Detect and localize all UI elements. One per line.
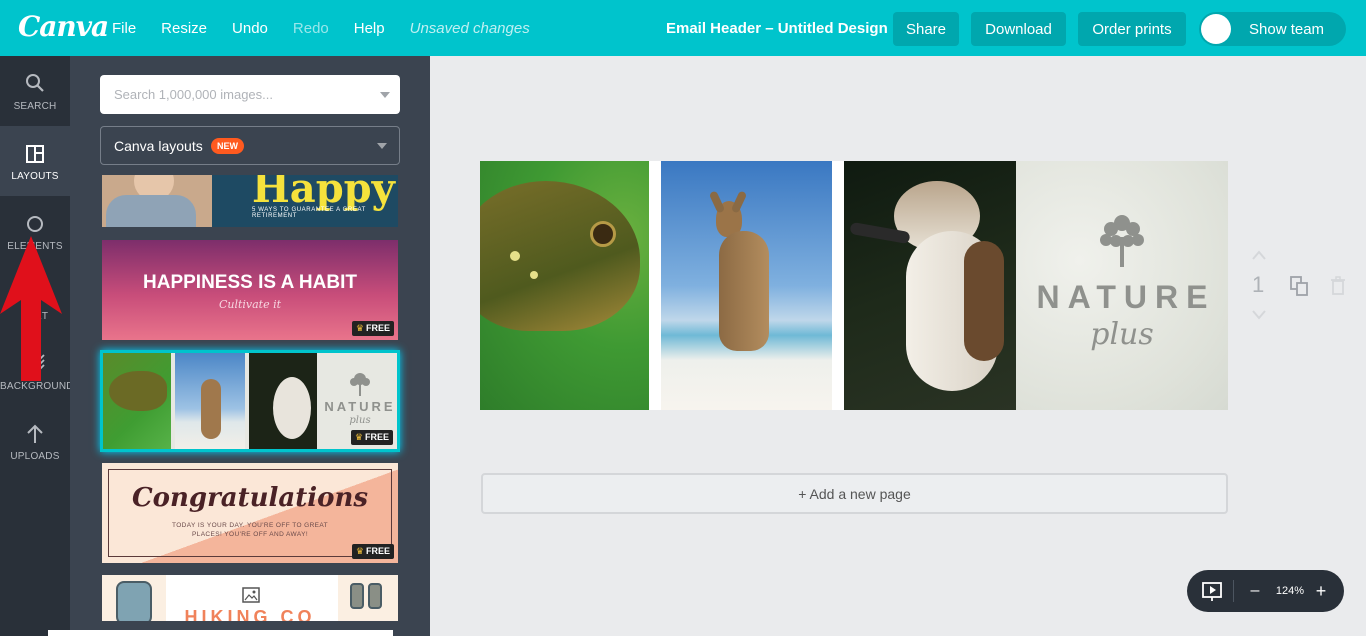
tree-logo-icon bbox=[350, 373, 370, 396]
duplicate-page-icon[interactable] bbox=[1289, 275, 1309, 297]
nav-search-label: SEARCH bbox=[13, 101, 57, 112]
brand-title[interactable]: NATURE bbox=[1016, 279, 1228, 316]
zoom-divider bbox=[1233, 580, 1234, 602]
tree-logo-icon bbox=[1100, 215, 1144, 267]
free-label: FREE bbox=[365, 546, 390, 556]
nav-uploads-label: UPLOADS bbox=[10, 451, 60, 462]
save-status: Unsaved changes bbox=[409, 19, 530, 37]
left-nav: SEARCH LAYOUTS ELEMENTS TEXT BACKGROUND … bbox=[0, 56, 74, 636]
layout-title: HAPPINESS IS A HABIT bbox=[143, 272, 357, 293]
download-button[interactable]: Download bbox=[971, 12, 1066, 46]
red-arrow-annotation bbox=[0, 236, 62, 381]
menu-resize[interactable]: Resize bbox=[161, 20, 207, 37]
toggle-knob bbox=[1201, 14, 1231, 44]
kangaroo-photo[interactable] bbox=[661, 161, 832, 410]
layouts-icon bbox=[26, 145, 44, 163]
crown-icon: ♛ bbox=[355, 546, 364, 556]
zoom-control: – 124% + bbox=[1187, 570, 1344, 612]
lizard-photo bbox=[103, 353, 171, 449]
zoom-in-button[interactable]: + bbox=[1311, 570, 1331, 612]
nav-uploads[interactable]: UPLOADS bbox=[0, 406, 70, 476]
lizard-photo[interactable] bbox=[480, 161, 649, 410]
design-title[interactable]: Email Header – Untitled Design bbox=[666, 20, 888, 37]
free-label: FREE bbox=[364, 432, 389, 442]
kangaroo-photo bbox=[175, 353, 245, 449]
nav-layouts[interactable]: LAYOUTS bbox=[0, 126, 70, 196]
layout-line-1: TODAY IS YOUR DAY. YOU'RE OFF TO GREAT bbox=[171, 522, 329, 529]
layout-thumbnail-nature[interactable]: NATURE plus ♛ FREE bbox=[100, 350, 400, 452]
free-badge: ♛ FREE bbox=[351, 321, 394, 336]
present-icon[interactable] bbox=[1201, 570, 1223, 612]
add-new-page-button[interactable]: + Add a new page bbox=[481, 473, 1228, 514]
layout-category-label: Canva layouts bbox=[114, 138, 203, 154]
search-icon bbox=[26, 74, 44, 92]
move-page-down-icon[interactable] bbox=[1252, 310, 1266, 320]
layout-thumbnail-hiking[interactable]: HIKING CO bbox=[102, 575, 398, 621]
menu-redo[interactable]: Redo bbox=[293, 20, 329, 37]
free-badge: ♛ FREE bbox=[350, 430, 393, 445]
kookaburra-photo bbox=[249, 353, 317, 449]
image-placeholder-icon bbox=[242, 587, 260, 603]
layout-title: NATURE bbox=[324, 399, 396, 414]
layout-thumbnail-happiness[interactable]: HAPPINESS IS A HABIT Cultivate it ♛ FREE bbox=[102, 240, 398, 340]
layout-subtitle: Cultivate it bbox=[218, 298, 282, 311]
layout-thumbnail-congratulations[interactable]: Congratulations TODAY IS YOUR DAY. YOU'R… bbox=[102, 463, 398, 563]
menu-undo[interactable]: Undo bbox=[232, 20, 268, 37]
layouts-panel: Canva layouts NEW Happy 5 WAYS TO GUARAN… bbox=[70, 56, 430, 636]
free-label: FREE bbox=[365, 323, 390, 333]
layout-category-select[interactable]: Canva layouts NEW bbox=[100, 126, 400, 165]
layout-subtitle: plus bbox=[349, 415, 371, 426]
menu-file[interactable]: File bbox=[112, 20, 136, 37]
free-badge: ♛ FREE bbox=[351, 544, 394, 559]
brand-subtitle[interactable]: plus bbox=[1016, 317, 1228, 352]
layout-thumbnail-happy[interactable]: Happy 5 WAYS TO GUARANTEE A GREAT RETIRE… bbox=[102, 175, 398, 227]
main-menu: File Resize Undo Redo Help Unsaved chang… bbox=[112, 0, 530, 56]
show-team-toggle[interactable]: Show team bbox=[1199, 12, 1346, 46]
zoom-level[interactable]: 124% bbox=[1269, 570, 1311, 612]
move-page-up-icon[interactable] bbox=[1252, 250, 1266, 260]
share-button[interactable]: Share bbox=[893, 12, 959, 46]
chevron-down-icon[interactable] bbox=[380, 92, 390, 98]
nav-search[interactable]: SEARCH bbox=[0, 56, 70, 126]
crown-icon: ♛ bbox=[355, 323, 364, 333]
layout-subtitle: 5 WAYS TO GUARANTEE A GREAT RETIREMENT bbox=[252, 207, 366, 219]
new-badge: NEW bbox=[211, 138, 244, 154]
nature-brand-panel[interactable]: NATURE plus bbox=[1016, 161, 1228, 410]
image-search-box bbox=[100, 75, 400, 114]
design-canvas[interactable]: NATURE plus bbox=[480, 161, 1228, 410]
upload-icon bbox=[27, 424, 43, 443]
image-search-input[interactable] bbox=[100, 75, 370, 114]
order-prints-button[interactable]: Order prints bbox=[1078, 12, 1186, 46]
canva-logo[interactable]: Canva bbox=[18, 10, 109, 43]
people-photo bbox=[102, 175, 212, 227]
delete-page-icon[interactable] bbox=[1330, 276, 1346, 296]
layout-title: Congratulations bbox=[131, 483, 369, 513]
top-bar: Canva File Resize Undo Redo Help Unsaved… bbox=[0, 0, 1366, 56]
chevron-down-icon bbox=[377, 143, 387, 149]
menu-help[interactable]: Help bbox=[354, 20, 385, 37]
nav-background-label: BACKGROUND bbox=[0, 381, 74, 392]
zoom-out-button[interactable]: – bbox=[1245, 570, 1265, 612]
nav-layouts-label: LAYOUTS bbox=[11, 171, 59, 182]
crown-icon: ♛ bbox=[354, 432, 363, 442]
page-number: 1 bbox=[1252, 272, 1265, 297]
show-team-label: Show team bbox=[1249, 21, 1325, 38]
kookaburra-photo[interactable] bbox=[844, 161, 1016, 410]
layout-title: HIKING CO bbox=[184, 607, 316, 621]
horizontal-scrollbar[interactable] bbox=[48, 630, 393, 636]
elements-icon bbox=[27, 216, 43, 232]
layout-line-2: PLACES! YOU'RE OFF AND AWAY! bbox=[191, 531, 309, 538]
